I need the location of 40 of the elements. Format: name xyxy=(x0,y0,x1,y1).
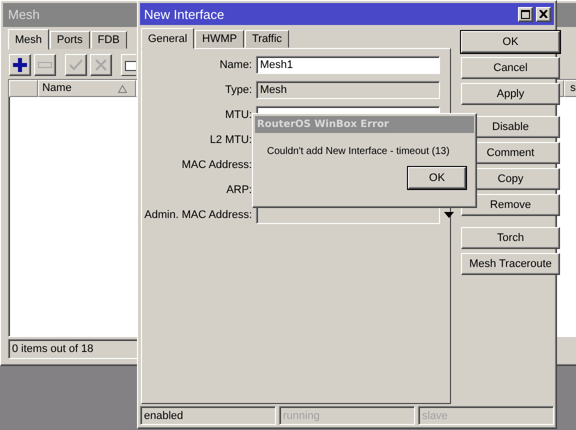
error-message: Couldn't add New Interface - timeout (13) xyxy=(267,146,450,157)
tab[interactable]: FDB xyxy=(90,31,127,49)
tab[interactable]: General xyxy=(141,28,194,49)
dialog-button[interactable]: Cancel xyxy=(461,57,560,79)
maximize-icon xyxy=(521,10,530,18)
field-label: MAC Address: xyxy=(180,159,252,171)
maximize-button[interactable] xyxy=(518,6,533,22)
tab[interactable]: Mesh xyxy=(8,29,49,50)
column-header[interactable]: Name xyxy=(38,80,136,97)
close-button[interactable] xyxy=(536,6,551,22)
column-label: Name xyxy=(42,81,72,96)
column-header[interactable] xyxy=(9,80,38,97)
tab[interactable]: Ports xyxy=(50,31,90,49)
ok-button[interactable]: OK xyxy=(408,167,466,189)
close-icon xyxy=(539,10,548,18)
sort-icon xyxy=(118,84,127,92)
check-icon xyxy=(69,59,83,71)
dialog-title: RouterOS WinBox Error xyxy=(255,116,474,133)
field-label: Type: xyxy=(224,84,252,96)
dialog-button[interactable]: Apply xyxy=(461,83,560,105)
comment-tool-button[interactable] xyxy=(121,54,136,76)
column-header[interactable]: s xyxy=(564,80,576,97)
field-label: ARP: xyxy=(225,184,252,196)
cross-icon xyxy=(95,59,107,71)
dialog-button[interactable]: Torch xyxy=(461,227,560,249)
dialog-button[interactable]: Mesh Traceroute xyxy=(461,253,560,275)
window-title: New Interface xyxy=(144,6,224,22)
dialog-button[interactable]: OK xyxy=(461,31,560,53)
dropdown-arrow-icon xyxy=(444,212,454,218)
input-field[interactable]: Mesh1 xyxy=(256,56,440,74)
field-label: Name: xyxy=(218,59,252,71)
add-tool-button[interactable] xyxy=(9,54,31,76)
tab[interactable]: Traffic xyxy=(244,30,289,48)
tab[interactable]: HWMP xyxy=(195,30,244,48)
minus-icon xyxy=(38,62,52,68)
status-field: enabled xyxy=(140,406,276,425)
field-label: MTU: xyxy=(224,109,252,121)
field-label: L2 MTU: xyxy=(208,134,252,146)
field-label: Admin. MAC Address: xyxy=(143,209,252,221)
plus-icon xyxy=(13,58,27,72)
